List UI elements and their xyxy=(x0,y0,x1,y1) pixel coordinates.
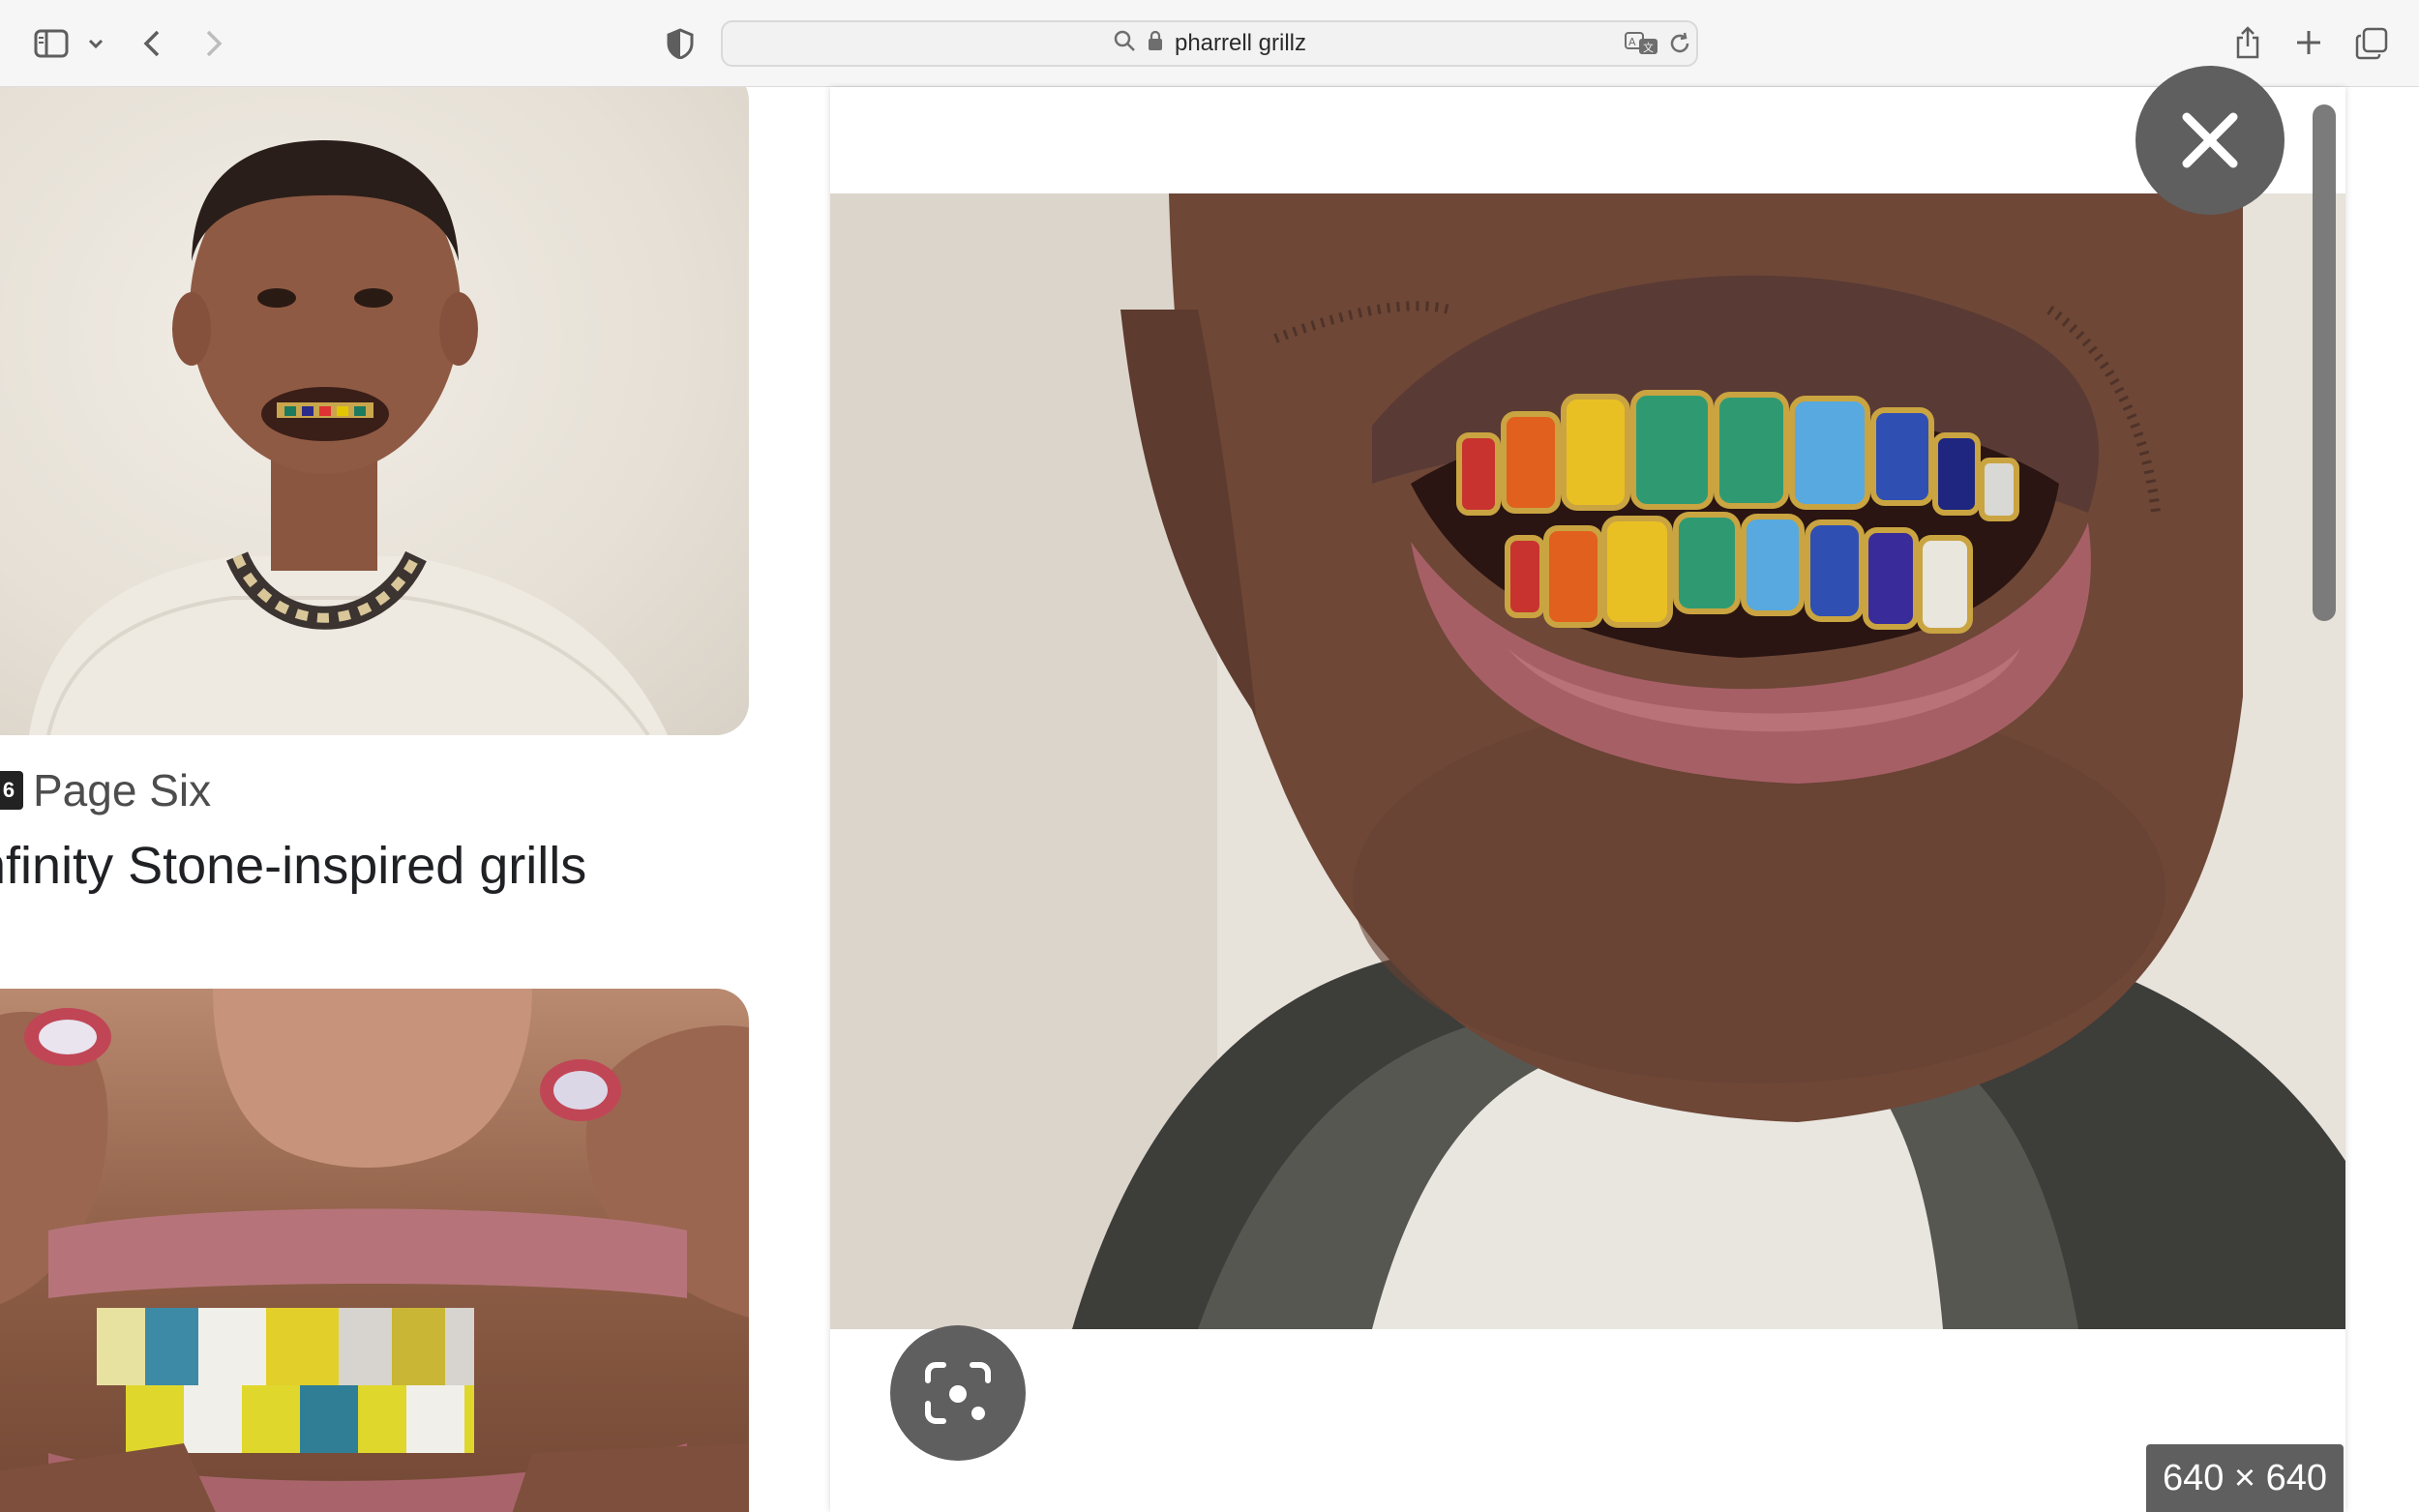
result-thumbnail-1[interactable] xyxy=(0,87,749,735)
address-text[interactable]: pharrell grillz xyxy=(1175,30,1306,57)
chevron-right-icon xyxy=(206,30,223,57)
page-six-favicon-icon: 6 xyxy=(0,771,23,810)
visual-search-icon xyxy=(925,1362,991,1424)
result-source-name: Page Six xyxy=(33,765,212,815)
close-preview-button[interactable] xyxy=(2135,66,2285,215)
lock-icon xyxy=(1148,30,1163,58)
share-icon[interactable] xyxy=(2231,23,2264,62)
result-title[interactable]: nfinity Stone-inspired grills xyxy=(0,836,586,896)
browser-toolbar: pharrell grillz A文 xyxy=(0,0,2419,87)
svg-text:文: 文 xyxy=(1643,41,1654,54)
image-dimensions-badge: 640 × 640 xyxy=(2146,1444,2344,1512)
result-source[interactable]: 6 Page Six xyxy=(0,764,211,816)
result-thumbnail-2[interactable] xyxy=(0,989,749,1512)
reload-icon[interactable] xyxy=(1667,30,1692,57)
search-icon xyxy=(1113,29,1136,59)
back-button[interactable] xyxy=(135,25,168,62)
address-bar[interactable]: pharrell grillz A文 xyxy=(721,20,1698,67)
translate-icon[interactable]: A文 xyxy=(1625,30,1659,57)
sidebar-icon[interactable] xyxy=(31,25,72,62)
shield-icon[interactable] xyxy=(664,27,697,60)
preview-image[interactable] xyxy=(830,193,2345,1329)
plus-icon[interactable] xyxy=(2291,25,2326,60)
chevron-left-icon xyxy=(143,30,160,57)
results-column: 6 Page Six nfinity Stone-inspired grills xyxy=(0,87,774,1512)
image-preview-panel xyxy=(830,87,2345,1512)
forward-button[interactable] xyxy=(197,25,230,62)
preview-scrollbar-thumb[interactable] xyxy=(2313,104,2336,621)
chevron-down-icon[interactable] xyxy=(85,31,106,56)
visual-search-button[interactable] xyxy=(890,1325,1026,1461)
close-icon xyxy=(2182,112,2238,168)
svg-text:A: A xyxy=(1628,36,1636,48)
tab-overview-icon[interactable] xyxy=(2353,25,2390,62)
